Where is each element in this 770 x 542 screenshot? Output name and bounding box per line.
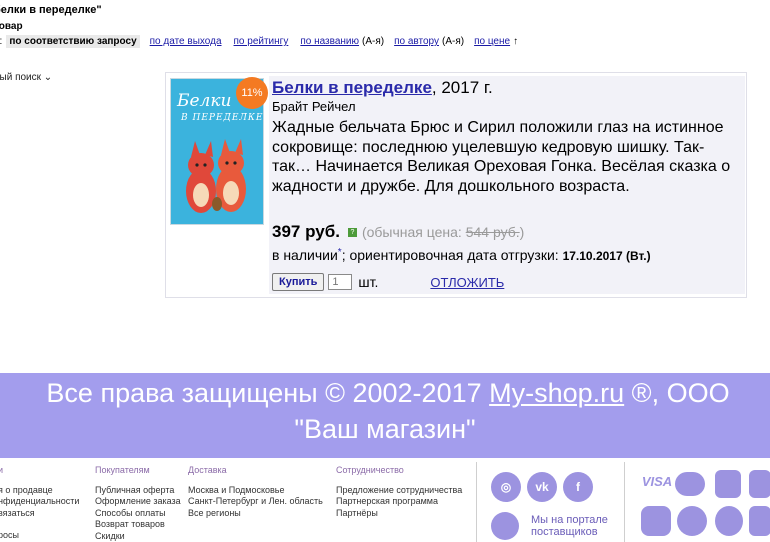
footer-link[interactable]: Москва и Подмосковье	[188, 485, 323, 497]
portal-line-1: Мы на портале	[531, 514, 608, 526]
company-name: "Ваш магазин"	[294, 414, 476, 444]
product-year: , 2017 г.	[431, 78, 493, 97]
stock-row: в наличии*; ориентировочная дата отгрузк…	[272, 247, 651, 263]
payment-methods: VISA	[624, 462, 770, 542]
quantity-input[interactable]	[328, 274, 353, 290]
footer-link[interactable]: вязаться	[0, 508, 79, 520]
mastercard-icon	[675, 472, 705, 496]
footer-col-partners: Сотрудничество Предложение сотрудничеств…	[336, 465, 462, 519]
quantity-unit: шт.	[358, 274, 379, 290]
sort-by-date-link[interactable]: по дате выхода	[150, 36, 222, 47]
buy-row: Купить шт. ОТЛОЖИТЬ	[272, 273, 504, 291]
old-price: (обычная цена: 544 руб.)	[362, 224, 524, 240]
facebook-icon[interactable]: f	[563, 472, 593, 502]
price-info-icon[interactable]: ?	[347, 227, 357, 237]
supplier-portal-icon[interactable]	[491, 512, 519, 540]
sort-by-author-link[interactable]: по автору	[394, 36, 439, 47]
qiwi-icon	[715, 470, 741, 498]
footer-link[interactable]: я о продавце	[0, 485, 79, 497]
product-title-link[interactable]: Белки в переделке	[272, 78, 432, 97]
product-price: 397 руб.	[272, 222, 340, 241]
product-heading: Белки в переделке, 2017 г.	[272, 78, 493, 98]
footer-col-buyers: Покупателям Публичная оферта Оформление …	[95, 465, 181, 542]
footer-link[interactable]	[0, 519, 79, 530]
sort-direction-icon[interactable]: ↑	[513, 36, 518, 47]
price-row: 397 руб. ? (обычная цена: 544 руб.)	[272, 222, 524, 242]
sort-label: а:	[0, 36, 2, 47]
copyright-prefix: Все права защищены © 2002-2017	[46, 378, 490, 408]
footer-col-delivery: Доставка Москва и Подмосковье Санкт-Пете…	[188, 465, 323, 519]
footer-link[interactable]: Предложение сотрудничества	[336, 485, 462, 497]
social-links: ◎ vk f Мы на портале поставщиков	[476, 462, 625, 542]
footer-col-about: и я о продавце нфиденциальности вязаться…	[0, 465, 79, 542]
buy-button[interactable]: Купить	[272, 273, 325, 291]
stock-status: в наличии	[272, 247, 338, 263]
footer-link[interactable]: Способы оплаты	[95, 508, 181, 520]
supplier-portal-link[interactable]: Мы на портале поставщиков	[531, 514, 608, 538]
footer-col-heading: Покупателям	[95, 465, 150, 475]
site-link[interactable]: My-shop.ru	[489, 378, 624, 408]
instagram-icon[interactable]: ◎	[491, 472, 521, 502]
old-price-suffix: )	[519, 224, 525, 240]
extra-payment-icon	[749, 506, 770, 536]
discount-badge: 11%	[236, 77, 268, 109]
footer-link[interactable]: Санкт-Петербург и Лен. область	[188, 496, 323, 508]
bank-card-icon	[641, 506, 671, 536]
footer-link[interactable]: нфиденциальности	[0, 496, 79, 508]
portal-line-2: поставщиков	[531, 526, 598, 538]
footer-col-heading: Сотрудничество	[336, 465, 404, 475]
search-title: белки в переделке"	[0, 4, 102, 16]
footer-link[interactable]: росы	[0, 530, 79, 542]
sort-relevance[interactable]: по соответствию запросу	[6, 35, 140, 48]
sort-by-rating-link[interactable]: по рейтингу	[234, 36, 289, 47]
round-payment-icon	[715, 506, 743, 536]
copyright-suffix: ®, ООО	[624, 378, 730, 408]
old-price-prefix: (обычная цена:	[361, 224, 466, 240]
footer-link[interactable]: Скидки	[95, 531, 181, 542]
footer-col-heading: Доставка	[188, 465, 227, 475]
footer-col-heading: и	[0, 465, 4, 475]
sort-by-name-note: (А-я)	[362, 36, 385, 47]
payment-icon	[749, 470, 770, 498]
product-description: Жадные бельчата Брюс и Сирил положили гл…	[272, 119, 731, 195]
vk-icon[interactable]: vk	[527, 472, 557, 502]
footer-link[interactable]: Возврат товаров	[95, 519, 181, 531]
sort-bar: а: по соответствию запросу по дате выход…	[0, 35, 518, 48]
shipping-date: 17.10.2017 (Вт.)	[562, 249, 651, 263]
found-count: товар	[0, 21, 23, 32]
copyright-line: Все права защищены © 2002-2017 My-shop.r…	[0, 378, 770, 409]
sort-by-name-link[interactable]: по названию	[300, 36, 359, 47]
footer-link[interactable]: Все регионы	[188, 508, 323, 520]
shipping-label: ; ориентировочная дата отгрузки:	[341, 247, 563, 263]
footer-copyright-band: Все права защищены © 2002-2017 My-shop.r…	[0, 373, 770, 458]
old-price-value: 544 руб.	[465, 224, 520, 240]
footer-link[interactable]: Оформление заказа	[95, 496, 181, 508]
sort-by-author-note: (А-я)	[441, 36, 465, 47]
visa-icon: VISA	[641, 474, 673, 489]
product-author[interactable]: Брайт Рейчел	[272, 99, 356, 114]
footer-link[interactable]: Партнёры	[336, 508, 462, 520]
sort-by-price-link[interactable]: по цене	[474, 36, 510, 47]
wallet-icon	[677, 506, 707, 536]
postpone-link[interactable]: ОТЛОЖИТЬ	[430, 275, 504, 290]
advanced-search-toggle[interactable]: ный поиск ⌄	[0, 72, 52, 83]
footer-link[interactable]: Партнерская программа	[336, 496, 462, 508]
footer-link[interactable]: Публичная оферта	[95, 485, 181, 497]
